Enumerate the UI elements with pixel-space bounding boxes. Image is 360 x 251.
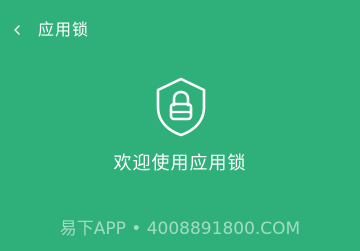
- welcome-text: 欢迎使用应用锁: [113, 153, 247, 174]
- header-bar: 应用锁: [0, 0, 360, 60]
- shield-lock-icon: [154, 76, 208, 138]
- page-title: 应用锁: [38, 20, 90, 39]
- watermark-text: 易下APP • 4008891800.COM: [59, 219, 301, 239]
- back-button[interactable]: [6, 19, 28, 41]
- app-lock-screen: 应用锁 欢迎使用应用锁 易下APP • 4008891800.COM: [0, 0, 360, 251]
- chevron-left-icon: [14, 25, 20, 35]
